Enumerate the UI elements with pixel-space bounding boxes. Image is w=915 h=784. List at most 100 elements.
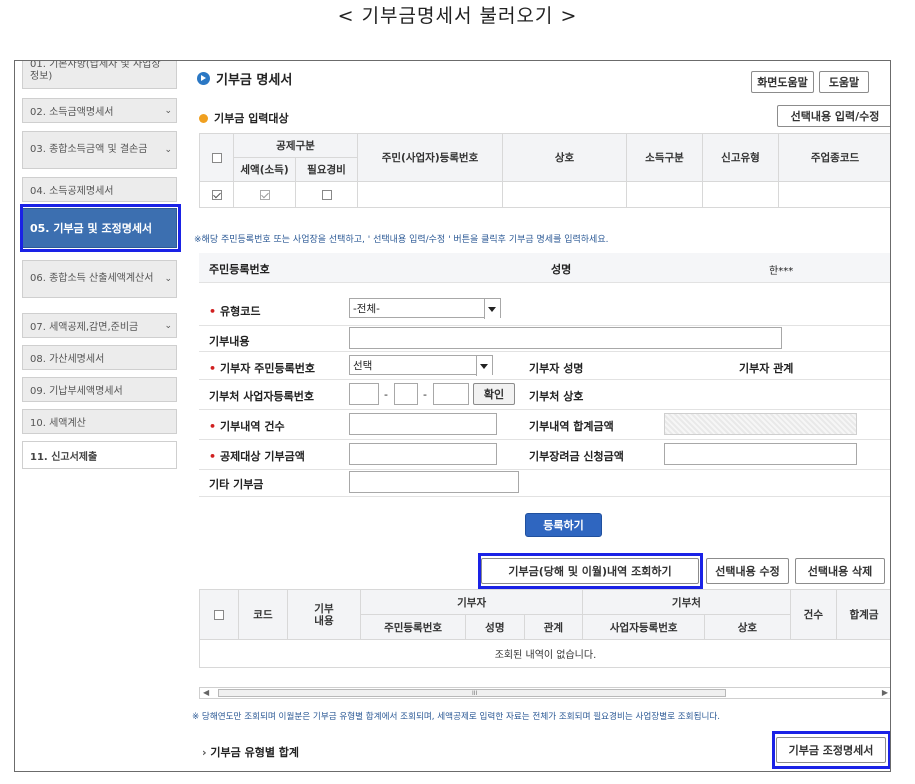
other-input[interactable] <box>349 471 519 493</box>
target-amount-input[interactable] <box>349 443 497 465</box>
recipient-brn-label: 기부처 사업자등록번호 <box>209 390 315 403</box>
col-brn: 사업자등록번호 <box>582 614 706 640</box>
empty-message: 조회된 내역이 없습니다. <box>199 639 890 668</box>
count-input[interactable] <box>349 413 497 435</box>
section-title-text: 기부금 입력대상 <box>214 112 289 125</box>
col-donor: 기부자 <box>360 589 584 615</box>
donation-target-table: 공제구분 주민(사업자)등록번호 상호 소득구분 신고유형 주업종코드 세액(소… <box>199 133 890 208</box>
edit-selection-button[interactable]: 선택내용 입력/수정 <box>777 105 890 127</box>
form-row-donor: • 기부자 주민등록번호 선택 기부자 성명 기부자 관계 <box>199 352 890 380</box>
sidebar-item-tax-credit[interactable]: 07. 세액공제,감면,준비금 ⌄ <box>22 313 177 338</box>
sidebar-item-label: 06. 종합소득 산출세액계산서 <box>30 273 154 284</box>
scholarship-input[interactable] <box>664 443 857 465</box>
sidebar-item-deduction[interactable]: 04. 소득공제명세서 <box>22 177 177 202</box>
donor-rrn-select[interactable]: 선택 <box>349 355 493 376</box>
sidebar-item-label: 09. 기납부세액명세서 <box>30 386 123 397</box>
instruction-note: ※해당 주민등록번호 또는 사업장을 선택하고, ' 선택내용 입력/수정 ' … <box>194 235 609 245</box>
content-input[interactable] <box>349 327 782 349</box>
form-row-type-code: • 유형코드 -전체- <box>199 297 890 326</box>
col-industry-code: 주업종코드 <box>778 133 890 182</box>
chevron-down-icon: ⌄ <box>164 145 172 155</box>
section-title: 기부금 입력대상 <box>199 110 289 126</box>
chevron-down-icon <box>488 307 496 312</box>
dash-separator: - <box>423 388 427 401</box>
form-row-target-amount: • 공제대상 기부금액 기부장려금 신청금액 <box>199 440 890 470</box>
sidebar-item-label: 08. 가산세명세서 <box>30 354 105 365</box>
donor-relation-label: 기부자 관계 <box>739 362 794 375</box>
type-code-value: -전체- <box>353 302 380 315</box>
adjustment-statement-button[interactable]: 기부금 조정명세서 <box>776 737 886 763</box>
select-all-checkbox[interactable] <box>214 609 225 620</box>
resident-no-label: 주민등록번호 <box>209 263 270 276</box>
col-company: 상호 <box>502 133 627 182</box>
type-code-select[interactable]: -전체- <box>349 298 501 319</box>
sidebar-item-label: 01. 기본사항(납세자 및 사업장정보) <box>30 60 161 82</box>
sidebar-item-label: 04. 소득공제명세서 <box>30 186 114 197</box>
name-value: 한*** <box>769 266 794 277</box>
page-title-text: 기부금 명세서 <box>216 73 293 88</box>
table-row <box>199 181 890 208</box>
recipient-brn-part2-input[interactable] <box>394 383 418 405</box>
form-row-resident: 주민등록번호 성명 한*** <box>199 253 890 283</box>
register-button[interactable]: 등록하기 <box>525 513 602 537</box>
type-code-label: • 유형코드 <box>209 305 261 318</box>
sidebar-item-income-statement[interactable]: 02. 소득금액명세서 ⌄ <box>22 98 177 123</box>
donor-rrn-label: • 기부자 주민등록번호 <box>209 362 315 375</box>
scroll-left-icon[interactable]: ◀ <box>203 688 209 698</box>
sidebar-item-donation[interactable]: 05. 기부금 및 조정명세서 <box>22 208 177 248</box>
sidebar-item-total-income[interactable]: 03. 종합소득금액 및 결손금 ⌄ <box>22 131 177 169</box>
main-content: 기부금 명세서 화면도움말 도움말 기부금 입력대상 선택내용 입력/수정 공제… <box>187 61 890 771</box>
sidebar-item-submit[interactable]: 11. 신고서제출 <box>22 441 177 469</box>
count-label: • 기부내역 건수 <box>209 420 285 433</box>
other-label: 기타 기부금 <box>209 478 264 491</box>
col-reg-no: 주민(사업자)등록번호 <box>357 133 503 182</box>
select-all-cell <box>199 133 234 182</box>
help-button[interactable]: 도움말 <box>819 71 869 93</box>
sidebar-item-penalty-tax[interactable]: 08. 가산세명세서 <box>22 345 177 370</box>
col-report-type: 신고유형 <box>702 133 779 182</box>
donor-rrn-value: 선택 <box>353 359 373 372</box>
chevron-down-icon: ⌄ <box>164 274 172 284</box>
sidebar-item-label: 03. 종합소득금액 및 결손금 <box>30 144 148 155</box>
expense-checkbox[interactable] <box>321 189 332 200</box>
form-row-recipient: 기부처 사업자등록번호 - - 확인 기부처 상호 <box>199 380 890 410</box>
select-all-checkbox[interactable] <box>211 152 222 163</box>
sidebar-item-label: 10. 세액계산 <box>30 418 86 429</box>
donor-name-label: 기부자 성명 <box>529 362 584 375</box>
sidebar-item-tax-calc[interactable]: 10. 세액계산 <box>22 409 177 434</box>
sidebar-item-tax-calc-statement[interactable]: 06. 종합소득 산출세액계산서 ⌄ <box>22 260 177 298</box>
col-deduction: 공제구분 <box>233 133 358 158</box>
scrollbar-thumb[interactable]: III <box>218 689 726 697</box>
sidebar-item-basic-info[interactable]: 01. 기본사항(납세자 및 사업장정보) <box>22 60 177 89</box>
col-tax-credit: 세액(소득) <box>233 157 296 182</box>
delete-button[interactable]: 선택내용 삭제 <box>795 558 885 584</box>
total-amount-field <box>664 413 857 435</box>
arrow-circle-icon <box>197 72 210 85</box>
col-relation: 관계 <box>523 614 584 640</box>
tax-credit-checkbox[interactable] <box>259 189 270 200</box>
col-rrn: 주민등록번호 <box>360 614 467 640</box>
recipient-brn-part1-input[interactable] <box>349 383 379 405</box>
col-code: 코드 <box>238 589 288 640</box>
donation-history-table: 코드 기부 내용 기부자 기부처 건수 합계금 주민등록번호 성명 관계 사업자… <box>198 589 890 668</box>
horizontal-scrollbar[interactable]: ◀ III ▶ <box>199 687 890 699</box>
col-count: 건수 <box>789 589 838 640</box>
confirm-button[interactable]: 확인 <box>473 383 515 405</box>
col-name: 성명 <box>465 614 525 640</box>
edit-button[interactable]: 선택내용 수정 <box>706 558 789 584</box>
screen-help-button[interactable]: 화면도움말 <box>751 71 814 93</box>
recipient-brn-part3-input[interactable] <box>433 383 469 405</box>
target-amount-label: • 공제대상 기부금액 <box>209 450 305 463</box>
total-label: 기부내역 합계금액 <box>529 420 614 433</box>
sidebar-item-prepaid-tax[interactable]: 09. 기납부세액명세서 <box>22 377 177 402</box>
section-title: › 기부금 유형별 합계 <box>202 746 300 759</box>
col-income-type: 소득구분 <box>626 133 703 182</box>
sidebar-item-label: 11. 신고서제출 <box>30 451 98 463</box>
row-checkbox[interactable] <box>211 189 222 200</box>
lookup-history-button[interactable]: 기부금(당해 및 이월)내역 조회하기 <box>481 558 699 584</box>
scroll-right-icon[interactable]: ▶ <box>882 688 888 698</box>
sidebar: 01. 기본사항(납세자 및 사업장정보) 02. 소득금액명세서 ⌄ 03. … <box>15 61 183 771</box>
sidebar-item-label: 02. 소득금액명세서 <box>30 107 114 118</box>
col-total: 합계금 <box>836 589 890 640</box>
section-title-text: 기부금 유형별 합계 <box>210 746 300 759</box>
